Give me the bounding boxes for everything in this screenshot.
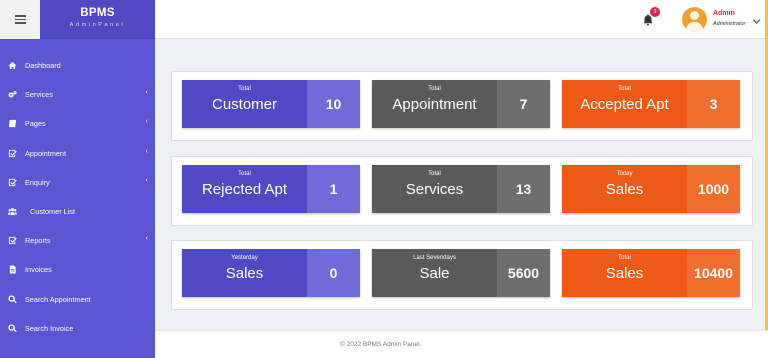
- sidebar-item-label: Invoices: [25, 265, 52, 275]
- home-icon: [7, 61, 17, 71]
- footer-copyright: © 2022 BPMS Admin Panel.: [340, 341, 422, 348]
- stat-card-title: Accepted Apt: [580, 96, 669, 113]
- stat-card-total-appointment[interactable]: Total Appointment 7: [372, 80, 550, 128]
- cogs-icon: [7, 90, 17, 100]
- stats-row-3: Yesterday Sales 0 Last Sevendays Sale 56…: [171, 240, 753, 310]
- checkbox-icon: [7, 236, 17, 246]
- stat-card-value: 1000: [687, 165, 740, 213]
- sidebar-item-label: Appointment: [25, 148, 66, 158]
- stat-card-title: Services: [405, 181, 464, 198]
- stat-card-value: 10: [307, 80, 360, 128]
- stat-card-label: Total Rejected Apt: [182, 165, 307, 213]
- stat-card-label: Last Sevendays Sale: [372, 249, 497, 297]
- stat-card-label: Total Customer: [182, 80, 307, 128]
- chevron-left-icon: ‹: [145, 118, 148, 126]
- search-icon: [7, 294, 17, 304]
- stat-card-caption: Total: [618, 86, 631, 92]
- sidebar-item-label: Enquiry: [25, 177, 50, 187]
- stat-card-title: Sales: [605, 265, 644, 282]
- stat-card-value: 10400: [687, 249, 740, 297]
- hamburger-icon: [14, 15, 26, 24]
- stat-card-value: 13: [497, 165, 550, 213]
- stat-card-label: Total Sales: [562, 249, 687, 297]
- stat-card-caption: Yesterday: [231, 255, 258, 261]
- stat-card-label: Total Services: [372, 165, 497, 213]
- users-icon: [7, 207, 17, 217]
- stat-card-caption: Total: [618, 255, 631, 261]
- checkbox-icon: [7, 177, 17, 187]
- stat-card-value: 1: [307, 165, 360, 213]
- stat-card-label: Today Sales: [562, 165, 687, 213]
- user-role: Administrator: [713, 21, 746, 27]
- sidebar-item-appointment[interactable]: Appointment ‹: [0, 139, 155, 168]
- chevron-left-icon: ‹: [145, 147, 148, 155]
- stat-card-caption: Total: [238, 86, 251, 92]
- stat-card-title: Sale: [419, 265, 450, 282]
- notification-badge: 3: [650, 7, 660, 17]
- stat-card-today-sales[interactable]: Today Sales 1000: [562, 165, 740, 213]
- sidebar-item-pages[interactable]: Pages ‹: [0, 109, 155, 138]
- sidebar-item-search-appointment[interactable]: Search Appointment: [0, 285, 155, 314]
- top-header: 3 Admin Administrator: [155, 0, 768, 39]
- sidebar-item-enquiry[interactable]: Enquiry ‹: [0, 168, 155, 197]
- stat-card-caption: Total: [238, 171, 251, 177]
- file-icon: [7, 265, 17, 275]
- book-icon: [7, 119, 17, 129]
- sidebar-item-customer-list[interactable]: Customer List: [0, 197, 155, 226]
- sidebar-item-services[interactable]: Services ‹: [0, 80, 155, 109]
- checkbox-icon: [7, 148, 17, 158]
- footer: © 2022 BPMS Admin Panel.: [155, 330, 768, 358]
- stat-card-caption: Total: [428, 86, 441, 92]
- sidebar-item-label: Dashboard: [25, 61, 61, 71]
- brand-title: BPMS: [80, 7, 115, 19]
- chevron-left-icon: ‹: [145, 176, 148, 184]
- sidebar-item-label: Reports: [25, 236, 51, 246]
- sidebar-item-dashboard[interactable]: Dashboard: [0, 51, 155, 80]
- stat-card-label: Total Accepted Apt: [562, 80, 687, 128]
- stat-card-caption: Total: [428, 171, 441, 177]
- stat-card-caption: Last Sevendays: [413, 255, 456, 261]
- sidebar: BPMS AdminPanel Dashboard Services ‹ Pag…: [0, 0, 155, 358]
- sidebar-item-search-invoice[interactable]: Search Invoice: [0, 314, 155, 343]
- chevron-down-icon[interactable]: [752, 13, 761, 24]
- stat-card-value: 3: [687, 80, 740, 128]
- sidebar-item-label: Services: [25, 90, 53, 100]
- stat-card-yesterday-sales[interactable]: Yesterday Sales 0: [182, 249, 360, 297]
- stat-card-total-sales[interactable]: Total Sales 10400: [562, 249, 740, 297]
- stat-card-total-services[interactable]: Total Services 13: [372, 165, 550, 213]
- stat-card-value: 7: [497, 80, 550, 128]
- search-icon: [7, 323, 17, 333]
- stat-card-title: Sales: [605, 181, 644, 198]
- user-name[interactable]: Admin: [713, 10, 735, 17]
- stat-card-title: Customer: [211, 96, 278, 113]
- stat-card-title: Sales: [225, 265, 264, 282]
- stat-card-label: Yesterday Sales: [182, 249, 307, 297]
- sidebar-item-label: Pages: [25, 119, 46, 129]
- stats-row-2: Total Rejected Apt 1 Total Services 13 T…: [171, 156, 753, 226]
- stat-card-last-seven-days-sale[interactable]: Last Sevendays Sale 5600: [372, 249, 550, 297]
- sidebar-item-invoices[interactable]: Invoices: [0, 255, 155, 284]
- sidebar-item-label: Search Invoice: [25, 323, 74, 333]
- stat-card-label: Total Appointment: [372, 80, 497, 128]
- chevron-left-icon: ‹: [145, 235, 148, 243]
- stat-card-value: 0: [307, 249, 360, 297]
- menu-toggle-button[interactable]: [0, 0, 40, 39]
- avatar[interactable]: [682, 7, 707, 32]
- stat-card-accepted-apt[interactable]: Total Accepted Apt 3: [562, 80, 740, 128]
- stats-row-1: Total Customer 10 Total Appointment 7 To…: [171, 71, 753, 141]
- stat-card-title: Appointment: [392, 96, 477, 113]
- stat-card-rejected-apt[interactable]: Total Rejected Apt 1: [182, 165, 360, 213]
- brand-logo[interactable]: BPMS AdminPanel: [40, 0, 155, 39]
- stat-card-caption: Today: [616, 171, 633, 177]
- chevron-left-icon: ‹: [145, 89, 148, 97]
- brand-subtitle: AdminPanel: [69, 22, 126, 28]
- stat-card-title: Rejected Apt: [201, 181, 288, 198]
- stat-card-value: 5600: [497, 249, 550, 297]
- sidebar-item-label: Customer List: [30, 207, 76, 217]
- sidebar-item-reports[interactable]: Reports ‹: [0, 226, 155, 255]
- sidebar-menu: Dashboard Services ‹ Pages ‹ Appointment…: [0, 51, 155, 343]
- sidebar-item-label: Search Appointment: [25, 294, 91, 304]
- stat-card-total-customer[interactable]: Total Customer 10: [182, 80, 360, 128]
